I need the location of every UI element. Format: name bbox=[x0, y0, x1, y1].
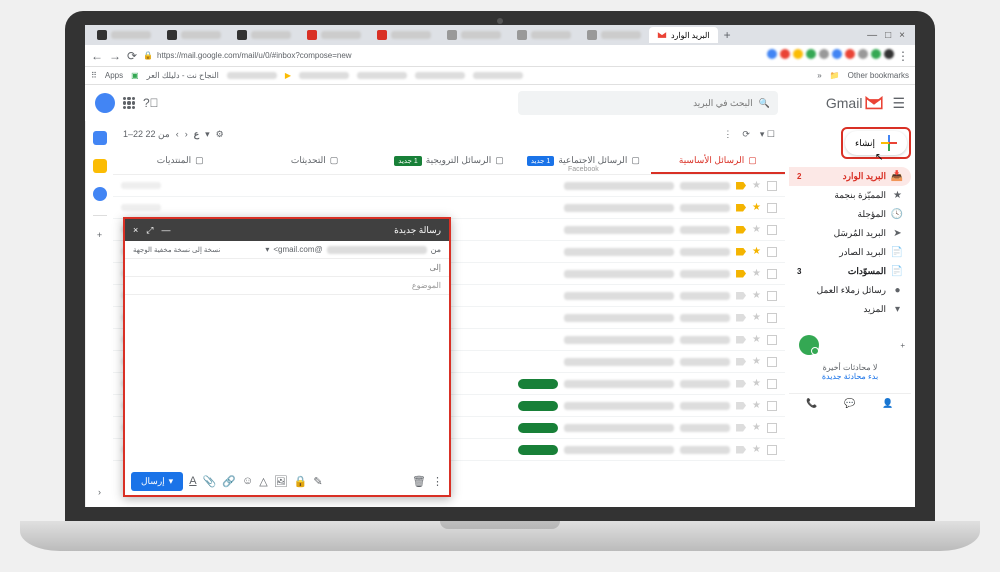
minimize-icon[interactable]: — bbox=[161, 225, 170, 236]
collapse-icon[interactable]: › bbox=[98, 487, 101, 497]
gmail-logo[interactable]: Gmail bbox=[826, 95, 885, 111]
sidebar-item[interactable]: 📄البريد الصادر bbox=[789, 243, 911, 262]
tasks-icon[interactable] bbox=[93, 187, 107, 201]
subject-input[interactable]: الموضوع bbox=[125, 277, 449, 295]
apps-icon[interactable]: ⠿ bbox=[91, 71, 97, 80]
maximize-icon[interactable]: □ bbox=[885, 30, 891, 41]
hangouts-avatar[interactable] bbox=[799, 335, 819, 355]
minimize-icon[interactable]: — bbox=[867, 30, 877, 41]
send-button[interactable]: إرسال▾ bbox=[131, 472, 183, 491]
category-tab[interactable]: ▢الرسائل الترويجية1 جديد bbox=[382, 147, 516, 174]
search-input[interactable] bbox=[526, 98, 753, 108]
tab[interactable] bbox=[439, 27, 509, 43]
trash-icon[interactable]: 🗑 bbox=[412, 475, 426, 488]
mail-row[interactable]: ★ bbox=[113, 175, 785, 197]
category-tab[interactable]: ▢التحديثات bbox=[247, 147, 381, 174]
phone-icon[interactable]: 📞 bbox=[806, 398, 817, 409]
tab[interactable] bbox=[579, 27, 649, 43]
contacts-icon[interactable]: 👤 bbox=[882, 398, 893, 409]
keep-icon[interactable] bbox=[93, 159, 107, 173]
start-chat-link[interactable]: بدء محادثة جديدة bbox=[795, 372, 905, 381]
settings-icon[interactable]: ⚙ bbox=[216, 129, 224, 140]
add-icon[interactable]: + bbox=[900, 341, 905, 350]
tab[interactable] bbox=[369, 27, 439, 43]
sidebar-item[interactable]: ★المميّزة بنجمة bbox=[789, 186, 911, 205]
sidebar: إنشاء ↖ 📥البريد الوارد2★المميّزة بنجمة🕓ا… bbox=[785, 121, 915, 507]
refresh-icon[interactable]: ⟳ bbox=[742, 129, 750, 140]
apps-grid-icon[interactable] bbox=[123, 97, 135, 109]
address-bar: ← → ⟳ 🔒https://mail.google.com/mail/u/0/… bbox=[85, 45, 915, 67]
bookmark-item[interactable]: النجاح نت - دليلك العر bbox=[147, 71, 219, 80]
select-checkbox[interactable]: ☐ ▾ bbox=[760, 129, 775, 140]
tab[interactable] bbox=[509, 27, 579, 43]
compose-body[interactable] bbox=[125, 295, 449, 467]
attach-icon[interactable]: 📎 bbox=[203, 475, 217, 488]
back-icon[interactable]: ← bbox=[91, 49, 103, 63]
hamburger-icon[interactable]: ☰ bbox=[892, 95, 905, 112]
tab[interactable] bbox=[299, 27, 369, 43]
prev-icon[interactable]: ‹ bbox=[176, 129, 179, 139]
to-input[interactable] bbox=[133, 263, 441, 272]
hangouts-section: + لا محادثات أخيرة بدء محادثة جديدة bbox=[789, 329, 911, 387]
main-content: ☐ ▾ ⟳ ⋮ 1–22 من 22 ‹ › ع ▾ ⚙ ▢الرسائل ال… bbox=[113, 121, 785, 507]
next-icon[interactable]: › bbox=[185, 129, 188, 139]
toolbar: ☐ ▾ ⟳ ⋮ 1–22 من 22 ‹ › ع ▾ ⚙ bbox=[113, 121, 785, 147]
menu-icon[interactable]: ⋮ bbox=[897, 49, 909, 63]
cc-bcc-toggle[interactable]: نسخة إلى نسخة مخفية الوجهة bbox=[133, 246, 220, 254]
close-icon[interactable]: × bbox=[899, 30, 905, 41]
sidebar-item[interactable]: ▾المزيد bbox=[789, 300, 911, 319]
gmail-header: ☰ Gmail 🔍 ?⃝ bbox=[85, 85, 915, 121]
more-icon[interactable]: ⋮ bbox=[723, 129, 732, 140]
expand-icon[interactable]: ⤢ bbox=[146, 225, 153, 236]
addons-bar: + › bbox=[85, 121, 113, 507]
tab[interactable] bbox=[159, 27, 229, 43]
more-icon[interactable]: ⋮ bbox=[432, 475, 443, 488]
page-count: 1–22 من 22 bbox=[123, 129, 170, 140]
emoji-icon[interactable]: ☺ bbox=[242, 475, 253, 487]
search-icon: 🔍 bbox=[759, 98, 770, 109]
tab[interactable] bbox=[89, 27, 159, 43]
bookmarks-bar: ⠿Apps ▣النجاح نت - دليلك العر ▶ » 📁Other… bbox=[85, 67, 915, 85]
lock-icon: 🔒 bbox=[143, 51, 153, 60]
pen-icon[interactable]: ✎ bbox=[313, 475, 322, 488]
help-icon[interactable]: ?⃝ bbox=[143, 96, 159, 110]
plus-icon bbox=[881, 135, 897, 151]
compose-button[interactable]: إنشاء ↖ bbox=[845, 131, 907, 155]
add-addon-icon[interactable]: + bbox=[97, 230, 102, 240]
browser-tabs: البريد الوارد + — □ × bbox=[85, 25, 915, 45]
category-tab[interactable]: ▢المنتديات bbox=[113, 147, 247, 174]
category-tab[interactable]: ▢الرسائل الاجتماعية1 جديدFacebook bbox=[516, 147, 650, 174]
link-icon[interactable]: 🔗 bbox=[222, 475, 236, 488]
sidebar-item[interactable]: 🕓المؤجلة bbox=[789, 205, 911, 224]
sidebar-item[interactable]: 📥البريد الوارد2 bbox=[789, 167, 911, 186]
sidebar-item[interactable]: 📄المسوّدات3 bbox=[789, 262, 911, 281]
tab-title: البريد الوارد bbox=[671, 31, 710, 40]
category-tab[interactable]: ▢الرسائل الأساسية bbox=[651, 147, 785, 174]
search-box[interactable]: 🔍 bbox=[518, 91, 778, 115]
avatar[interactable] bbox=[95, 93, 115, 113]
photo-icon[interactable]: 🖼 bbox=[274, 475, 288, 488]
sidebar-item[interactable]: ●رسائل زملاء العمل bbox=[789, 281, 911, 300]
lang-toggle[interactable]: ع bbox=[194, 129, 199, 140]
lock-icon[interactable]: 🔒 bbox=[294, 475, 308, 488]
tab[interactable] bbox=[229, 27, 299, 43]
reload-icon[interactable]: ⟳ bbox=[127, 49, 137, 63]
drive-icon[interactable]: △ bbox=[259, 475, 267, 488]
url-field[interactable]: 🔒https://mail.google.com/mail/u/0/#inbox… bbox=[143, 51, 352, 60]
forward-icon[interactable]: → bbox=[109, 49, 121, 63]
hangouts-icon[interactable]: 💬 bbox=[844, 398, 855, 409]
new-tab-button[interactable]: + bbox=[718, 28, 737, 42]
compose-modal: رسالة جديدة — ⤢ × من @gmail.com>▾ نسخة إ… bbox=[123, 217, 451, 497]
other-bookmarks[interactable]: Other bookmarks bbox=[848, 71, 909, 80]
tab-active[interactable]: البريد الوارد bbox=[649, 27, 718, 43]
sidebar-item[interactable]: ➤البريد المُرسَل bbox=[789, 224, 911, 243]
format-icon[interactable]: A bbox=[189, 475, 196, 487]
calendar-icon[interactable] bbox=[93, 131, 107, 145]
compose-titlebar[interactable]: رسالة جديدة — ⤢ × bbox=[125, 219, 449, 241]
cursor-icon: ↖ bbox=[875, 152, 883, 163]
close-icon[interactable]: × bbox=[133, 225, 138, 236]
mail-row[interactable]: ★ bbox=[113, 197, 785, 219]
